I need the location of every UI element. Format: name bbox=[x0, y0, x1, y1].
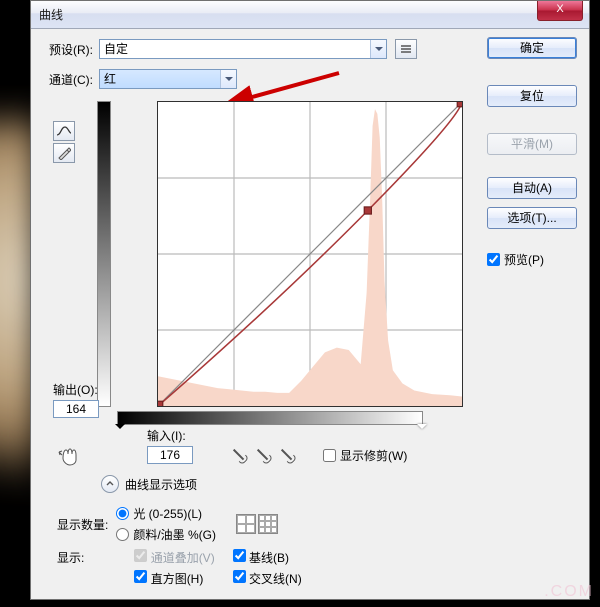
histogram-checkbox[interactable]: 直方图(H) bbox=[134, 570, 214, 587]
curve-point[interactable] bbox=[364, 207, 371, 214]
curves-dialog: 曲线 X 预设(R): 自定 通道(C): 红 bbox=[30, 0, 590, 600]
curve-display-options-label: 曲线显示选项 bbox=[125, 476, 197, 493]
options-button[interactable]: 选项(T)... bbox=[487, 207, 577, 229]
watermark: .COM bbox=[544, 583, 594, 601]
output-input[interactable] bbox=[53, 400, 99, 418]
curve-icon bbox=[56, 125, 72, 137]
light-radio[interactable]: 光 (0-255)(L) bbox=[116, 505, 216, 522]
display-amount-label: 显示数量: bbox=[57, 516, 108, 533]
window-title: 曲线 bbox=[39, 6, 63, 23]
black-slider[interactable] bbox=[115, 424, 125, 434]
show-clipping-label: 显示修剪(W) bbox=[340, 447, 407, 464]
eyedropper-tools bbox=[231, 447, 297, 465]
curve-point-black[interactable] bbox=[158, 401, 163, 406]
input-gradient bbox=[117, 411, 423, 425]
curve-tools bbox=[53, 121, 77, 163]
eyedropper-black-icon[interactable] bbox=[227, 443, 252, 468]
channel-select[interactable]: 红 bbox=[99, 69, 237, 89]
collapse-icon[interactable] bbox=[101, 475, 119, 493]
input-block: 输入(I): bbox=[147, 427, 193, 464]
close-button[interactable]: X bbox=[537, 1, 583, 21]
button-column: 确定 复位 平滑(M) 自动(A) 选项(T)... 预览(P) bbox=[487, 37, 577, 268]
auto-button[interactable]: 自动(A) bbox=[487, 177, 577, 199]
grid-fine-button[interactable] bbox=[258, 514, 278, 534]
preset-menu-button[interactable] bbox=[395, 39, 417, 59]
menu-icon bbox=[400, 44, 412, 54]
eyedropper-gray-icon[interactable] bbox=[251, 443, 276, 468]
channel-overlay-checkbox: 通道叠加(V) bbox=[134, 549, 214, 566]
output-label: 输出(O): bbox=[53, 381, 99, 398]
input-label: 输入(I): bbox=[147, 427, 193, 444]
pigment-radio[interactable]: 颜料/油墨 %(G) bbox=[116, 526, 216, 543]
show-clipping-checkbox[interactable]: 显示修剪(W) bbox=[323, 447, 407, 464]
preview-check-input[interactable] bbox=[487, 253, 500, 266]
curve-point-white[interactable] bbox=[457, 102, 462, 107]
baseline-checkbox[interactable]: 基线(B) bbox=[233, 549, 302, 566]
output-block: 输出(O): bbox=[53, 381, 99, 418]
pencil-icon bbox=[57, 146, 71, 160]
white-slider[interactable] bbox=[417, 424, 427, 434]
pencil-tool[interactable] bbox=[53, 143, 75, 163]
preview-label: 预览(P) bbox=[504, 251, 544, 268]
eyedropper-white-icon[interactable] bbox=[275, 443, 300, 468]
output-gradient bbox=[97, 101, 111, 407]
ok-button[interactable]: 确定 bbox=[487, 37, 577, 59]
display-label: 显示: bbox=[57, 549, 84, 566]
curve-draw-tool[interactable] bbox=[53, 121, 75, 141]
display-options: 显示数量: 光 (0-255)(L) 颜料/油墨 %(G) 显示: 通道叠加(V… bbox=[57, 505, 302, 593]
smooth-button: 平滑(M) bbox=[487, 133, 577, 155]
grid-size-toggle bbox=[236, 514, 278, 534]
reset-button[interactable]: 复位 bbox=[487, 85, 577, 107]
channel-label: 通道(C): bbox=[49, 71, 93, 88]
preset-label: 预设(R): bbox=[49, 41, 93, 58]
intersection-checkbox[interactable]: 交叉线(N) bbox=[233, 570, 302, 587]
target-adjust-tool[interactable] bbox=[57, 444, 81, 472]
input-input[interactable] bbox=[147, 446, 193, 464]
show-clipping-input[interactable] bbox=[323, 449, 336, 462]
curves-graph[interactable] bbox=[157, 101, 463, 407]
titlebar[interactable]: 曲线 X bbox=[31, 1, 589, 29]
curve-display-options-header[interactable]: 曲线显示选项 bbox=[101, 475, 197, 493]
preset-select[interactable]: 自定 bbox=[99, 39, 387, 59]
preview-checkbox[interactable]: 预览(P) bbox=[487, 251, 577, 268]
dialog-body: 预设(R): 自定 通道(C): 红 bbox=[31, 29, 589, 599]
hand-icon bbox=[57, 444, 81, 466]
grid-coarse-button[interactable] bbox=[236, 514, 256, 534]
